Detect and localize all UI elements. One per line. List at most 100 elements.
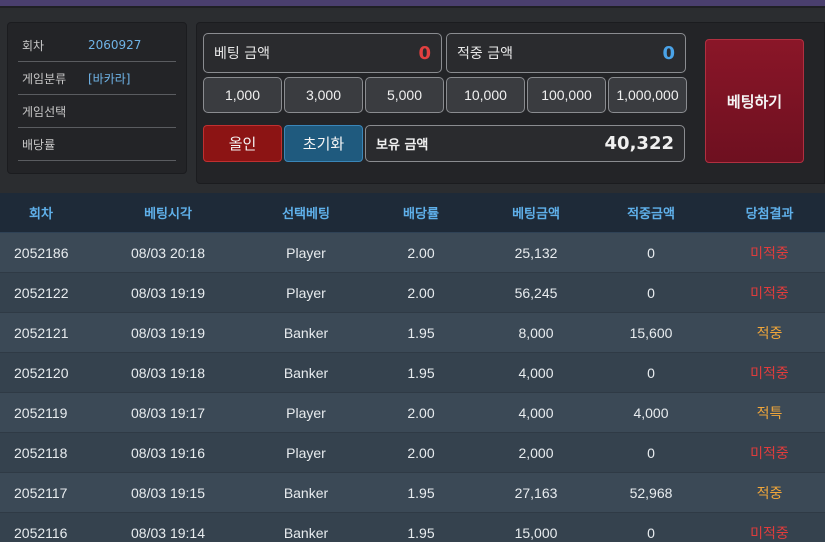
cell-odds: 1.95 bbox=[407, 324, 435, 341]
chip-button-10000[interactable]: 10,000 bbox=[446, 77, 525, 113]
info-label: 게임분류 bbox=[22, 71, 67, 86]
info-label: 회차 bbox=[22, 38, 45, 53]
cell-selection: Banker bbox=[283, 324, 329, 341]
table-row: 2052116 08/03 19:14 Banker 1.95 15,000 0 미적중 bbox=[0, 513, 825, 542]
cell-bet-amount: 8,000 bbox=[518, 324, 554, 341]
header-bet-time: 베팅시각 bbox=[144, 207, 192, 222]
reset-button[interactable]: 초기화 bbox=[284, 125, 363, 162]
all-in-button[interactable]: 올인 bbox=[203, 125, 282, 162]
table-row: 2052117 08/03 19:15 Banker 1.95 27,163 52,968… bbox=[0, 473, 825, 513]
balance-label: 보유 금액 bbox=[376, 138, 429, 153]
cell-win-amount: 0 bbox=[647, 524, 655, 541]
place-bet-button[interactable]: 베팅하기 bbox=[705, 39, 804, 163]
bet-history-table: 회차 베팅시각 선택베팅 배당률 베팅금액 적중금액 당첨결과 2052186 0… bbox=[0, 193, 825, 542]
bet-amount-label: 베팅 금액 bbox=[214, 46, 270, 62]
cell-bet-time: 08/03 19:18 bbox=[131, 364, 205, 381]
cell-result: 적중 bbox=[756, 484, 783, 501]
header-bet-amount: 베팅금액 bbox=[512, 207, 560, 222]
info-row-selection: 게임선택 bbox=[18, 95, 176, 128]
cell-bet-time: 08/03 20:18 bbox=[131, 244, 205, 261]
table-row: 2052121 08/03 19:19 Banker 1.95 8,000 15,600 적… bbox=[0, 313, 825, 353]
cell-win-amount: 0 bbox=[647, 284, 655, 301]
cell-bet-amount: 4,000 bbox=[518, 364, 554, 381]
cell-round: 2052120 bbox=[14, 364, 69, 381]
cell-bet-time: 08/03 19:16 bbox=[131, 444, 205, 461]
cell-odds: 2.00 bbox=[407, 244, 435, 261]
table-row: 2052120 08/03 19:18 Banker 1.95 4,000 0 미적중 bbox=[0, 353, 825, 393]
header-round: 회차 bbox=[29, 207, 53, 222]
info-label: 게임선택 bbox=[22, 104, 67, 119]
info-row-round: 회차 2060927 bbox=[18, 29, 176, 62]
bet-panel: 베팅 금액 0 적중 금액 0 1,000 3,000 5,000 10,000… bbox=[196, 22, 825, 184]
game-category: [바카라] bbox=[88, 71, 131, 86]
balance-field: 보유 금액 40,322 bbox=[365, 125, 685, 162]
cell-odds: 1.95 bbox=[407, 484, 435, 501]
table-header-row: 회차 베팅시각 선택베팅 배당률 베팅금액 적중금액 당첨결과 bbox=[0, 193, 825, 233]
table-row: 2052122 08/03 19:19 Player 2.00 56,245 0 미적중 bbox=[0, 273, 825, 313]
cell-win-amount: 0 bbox=[647, 244, 655, 261]
cell-odds: 1.95 bbox=[407, 524, 435, 541]
cell-selection: Banker bbox=[283, 484, 329, 501]
cell-bet-amount: 4,000 bbox=[518, 404, 554, 421]
table-row: 2052118 08/03 19:16 Player 2.00 2,000 0 미적중 bbox=[0, 433, 825, 473]
round-info-panel: 회차 2060927 게임분류 [바카라] 게임선택 배당률 bbox=[7, 22, 187, 174]
cell-odds: 1.95 bbox=[407, 364, 435, 381]
round-number: 2060927 bbox=[88, 38, 142, 52]
cell-win-amount: 52,968 bbox=[629, 484, 673, 501]
info-label: 배당률 bbox=[22, 137, 56, 152]
cell-bet-time: 08/03 19:19 bbox=[131, 284, 205, 301]
cell-bet-amount: 2,000 bbox=[518, 444, 554, 461]
cell-odds: 2.00 bbox=[407, 444, 435, 461]
cell-result: 미적중 bbox=[750, 364, 789, 381]
cell-round: 2052116 bbox=[14, 524, 68, 541]
cell-bet-amount: 56,245 bbox=[514, 284, 558, 301]
cell-selection: Player bbox=[286, 444, 326, 461]
cell-bet-time: 08/03 19:15 bbox=[131, 484, 205, 501]
table-row: 2052186 08/03 20:18 Player 2.00 25,132 0 미적중 bbox=[0, 233, 825, 273]
cell-result: 미적중 bbox=[750, 244, 789, 261]
cell-bet-amount: 25,132 bbox=[514, 244, 558, 261]
cell-selection: Banker bbox=[283, 524, 329, 541]
cell-round: 2052121 bbox=[14, 324, 69, 341]
cell-round: 2052186 bbox=[14, 244, 69, 261]
cell-win-amount: 0 bbox=[647, 364, 655, 381]
cell-bet-amount: 15,000 bbox=[514, 524, 558, 541]
header-result: 당첨결과 bbox=[745, 207, 794, 222]
chip-button-5000[interactable]: 5,000 bbox=[365, 77, 444, 113]
cell-win-amount: 0 bbox=[647, 444, 655, 461]
chip-button-3000[interactable]: 3,000 bbox=[284, 77, 363, 113]
cell-selection: Player bbox=[286, 244, 326, 261]
bet-amount-field: 베팅 금액 0 bbox=[203, 33, 442, 73]
cell-result: 미적중 bbox=[750, 284, 789, 301]
bet-amount-value: 0 bbox=[418, 42, 431, 64]
cell-round: 2052118 bbox=[14, 444, 68, 461]
table-row: 2052119 08/03 19:17 Player 2.00 4,000 4,000 적특 bbox=[0, 393, 825, 433]
win-amount-value: 0 bbox=[662, 42, 675, 64]
chip-button-100000[interactable]: 100,000 bbox=[527, 77, 606, 113]
header-win-amount: 적중금액 bbox=[627, 207, 675, 222]
header-selection: 선택베팅 bbox=[282, 207, 330, 222]
info-row-category: 게임분류 [바카라] bbox=[18, 62, 176, 95]
chip-button-1000000[interactable]: 1,000,000 bbox=[608, 77, 687, 113]
cell-selection: Player bbox=[286, 404, 326, 421]
win-amount-label: 적중 금액 bbox=[457, 46, 513, 62]
cell-bet-time: 08/03 19:17 bbox=[131, 404, 205, 421]
cell-win-amount: 15,600 bbox=[629, 324, 673, 341]
cell-win-amount: 4,000 bbox=[633, 404, 669, 421]
balance-value: 40,322 bbox=[604, 133, 674, 154]
cell-odds: 2.00 bbox=[407, 284, 435, 301]
chip-button-1000[interactable]: 1,000 bbox=[203, 77, 282, 113]
cell-round: 2052117 bbox=[14, 484, 68, 501]
cell-bet-time: 08/03 19:14 bbox=[131, 524, 205, 541]
cell-bet-time: 08/03 19:19 bbox=[131, 324, 205, 341]
cell-odds: 2.00 bbox=[407, 404, 435, 421]
header-odds: 배당률 bbox=[403, 207, 439, 222]
cell-selection: Player bbox=[286, 284, 326, 301]
cell-bet-amount: 27,163 bbox=[514, 484, 558, 501]
cell-round: 2052119 bbox=[14, 404, 68, 421]
table-body: 2052186 08/03 20:18 Player 2.00 25,132 0 미적중 20… bbox=[0, 233, 825, 542]
info-row-odds: 배당률 bbox=[18, 128, 176, 161]
cell-result: 적중 bbox=[756, 324, 783, 341]
cell-result: 미적중 bbox=[750, 524, 789, 541]
win-amount-field: 적중 금액 0 bbox=[446, 33, 686, 73]
